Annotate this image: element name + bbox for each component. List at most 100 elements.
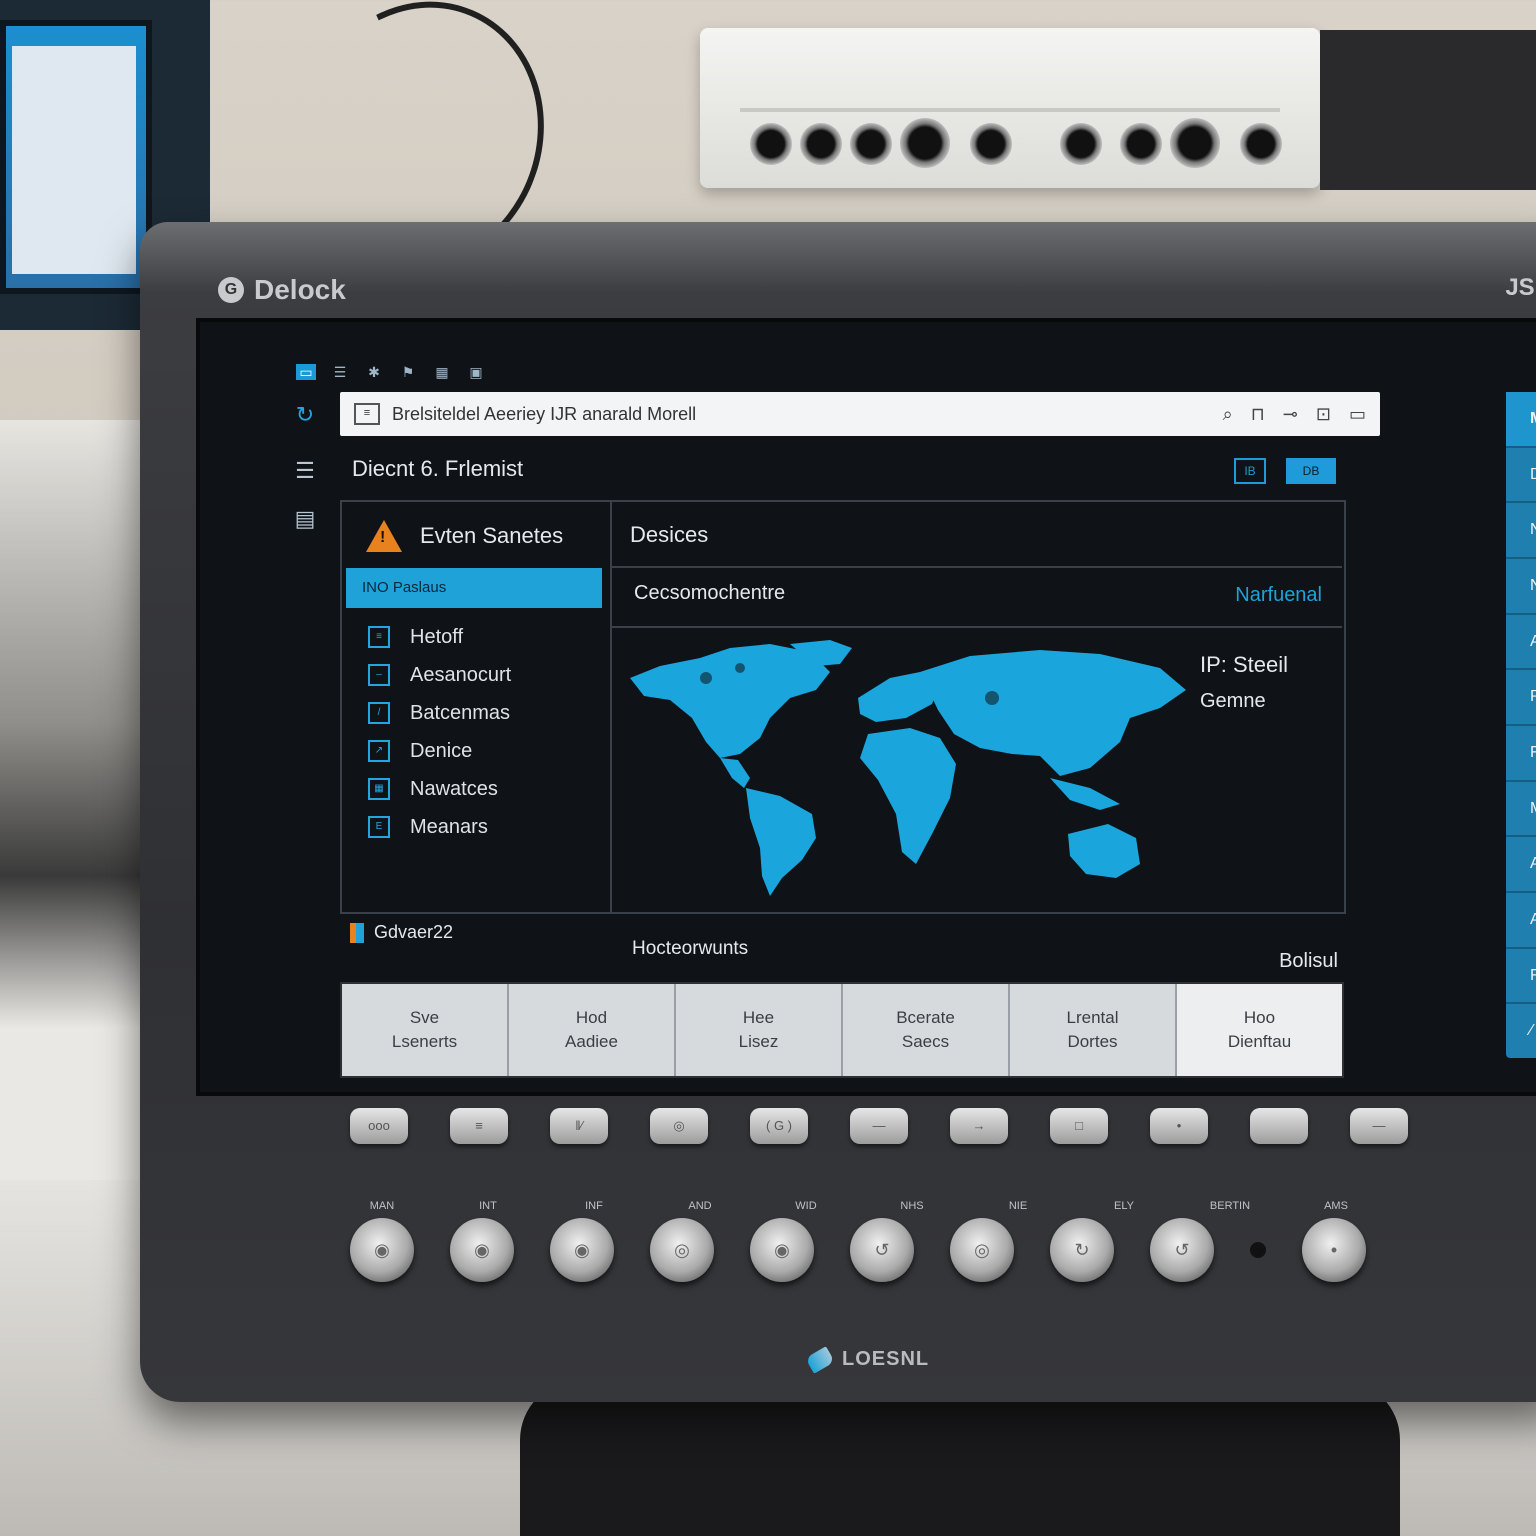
tile[interactable]: Lrental Dortes xyxy=(1010,984,1177,1076)
tile[interactable]: Hee Lisez xyxy=(676,984,843,1076)
panel-icon[interactable]: ▤ xyxy=(292,506,318,532)
right-menu-item[interactable]: Mets xyxy=(1506,782,1536,838)
right-menu-item[interactable]: Fitsn xyxy=(1506,949,1536,1005)
tile-line2: Dienftau xyxy=(1227,1032,1292,1051)
list-icon[interactable]: ☰ xyxy=(330,364,350,380)
title-button-1[interactable]: IB xyxy=(1234,458,1266,484)
footer-right-label: Bolisul xyxy=(1279,950,1338,972)
window-icon[interactable]: ▣ xyxy=(466,364,486,380)
map-label-ip: IP: Steeil xyxy=(1200,652,1289,677)
brand-logo-icon: G xyxy=(218,277,244,303)
menu-icon[interactable]: ☰ xyxy=(292,458,318,484)
right-menu-item[interactable]: Aitre xyxy=(1506,893,1536,949)
right-menu-item[interactable]: Nas xyxy=(1506,503,1536,560)
hardware-button[interactable]: • xyxy=(1150,1108,1208,1144)
flag-icon[interactable]: ⚑ xyxy=(398,364,418,380)
right-menu-item[interactable]: NVS xyxy=(1506,559,1536,615)
hardware-button[interactable]: ≡ xyxy=(450,1108,508,1144)
list-item[interactable]: / Batcenmas xyxy=(368,702,511,724)
knob-label: INF xyxy=(585,1200,603,1212)
knob[interactable]: ↺ xyxy=(850,1218,914,1282)
bottom-brand-label: LOESNL xyxy=(842,1348,930,1370)
hardware-button[interactable]: □ xyxy=(1050,1108,1108,1144)
events-list: ≡ Hetoff – Aesanocurt / Batcenmas ↗ Denice ▦… xyxy=(368,626,511,838)
address-bar[interactable]: ≡ Brelsiteldel Aeeriey IJR anarald Morel… xyxy=(340,392,1380,436)
tile[interactable]: Bcerate Saecs xyxy=(843,984,1010,1076)
tile-row: Sve Lsenerts Hod Aadiee Hee Lisez Bcerate Sa… xyxy=(340,982,1344,1078)
knob[interactable]: ↻ xyxy=(1050,1218,1114,1282)
hardware-button[interactable]: → xyxy=(950,1108,1008,1144)
list-item[interactable]: E Meanars xyxy=(368,816,511,838)
knob-label: BERTIN xyxy=(1209,1200,1251,1212)
list-item[interactable]: ▦ Nawatces xyxy=(368,778,511,800)
knob[interactable]: ◎ xyxy=(650,1218,714,1282)
list-item[interactable]: – Aesanocurt xyxy=(368,664,511,686)
edit-icon[interactable]: ∕ xyxy=(1506,1004,1536,1058)
knob[interactable]: ◉ xyxy=(550,1218,614,1282)
events-title: Evten Sanetes xyxy=(420,523,564,548)
map-australia xyxy=(1068,824,1140,878)
knob-labels: MAN INT INF AND WID NHS NIE ELY BERTIN A… xyxy=(350,1200,1368,1212)
list-item-icon: ↗ xyxy=(368,740,390,762)
right-menu-item[interactable]: Ans xyxy=(1506,837,1536,894)
bottom-brand: LOESNL xyxy=(805,1345,930,1374)
map-label-secondary: Gemne xyxy=(1200,690,1266,712)
search-icon[interactable]: ⌕ xyxy=(1223,404,1233,425)
list-item-icon: – xyxy=(368,664,390,686)
knob[interactable]: ◉ xyxy=(350,1218,414,1282)
devices-row-value[interactable]: Narfuenal xyxy=(1235,584,1322,607)
hardware-button[interactable]: ‖∕ xyxy=(550,1108,608,1144)
hardware-device: G Delock JSU ▭ ☰ ✱ ⚑ ▦ ▣ ↻ ☰ ▤ ≡ Brelsit… xyxy=(140,222,1536,1402)
tile-line2: Saecs xyxy=(901,1032,950,1051)
tile[interactable]: Sve Lsenerts xyxy=(342,984,509,1076)
tile-line1: Sve xyxy=(409,1008,440,1027)
world-map[interactable] xyxy=(620,638,1190,898)
hardware-button[interactable]: ooo xyxy=(350,1108,408,1144)
card-icon[interactable]: ⊡ xyxy=(1316,404,1331,425)
hardware-button[interactable]: — xyxy=(1350,1108,1408,1144)
top-toolbar: ▭ ☰ ✱ ⚑ ▦ ▣ xyxy=(296,364,486,380)
monitor-icon[interactable]: ▭ xyxy=(1349,404,1366,425)
device-brand-right: JSU xyxy=(1505,274,1536,301)
tile[interactable]: Hoo Dienftau xyxy=(1177,984,1342,1076)
address-text[interactable]: Brelsiteldel Aeeriey IJR anarald Morell xyxy=(392,404,1223,425)
tools-icon[interactable]: ✱ xyxy=(364,364,384,380)
knob-label: NHS xyxy=(900,1200,924,1212)
events-selected-item[interactable]: INO Paslaus xyxy=(346,568,602,608)
knob[interactable]: • xyxy=(1302,1218,1366,1282)
grid-icon[interactable]: ▦ xyxy=(432,364,452,380)
divider xyxy=(612,626,1342,628)
list-item-icon: / xyxy=(368,702,390,724)
map-central-america xyxy=(720,758,750,788)
devices-panel: Desices Cecsomochentre Narfuenal IP: Ste… xyxy=(612,502,1342,912)
tile-line1: Bcerate xyxy=(896,1008,955,1027)
device-brand: G Delock xyxy=(218,274,346,306)
right-menu-item[interactable]: Pitt xyxy=(1506,670,1536,727)
knob[interactable]: ◉ xyxy=(750,1218,814,1282)
screen-icon[interactable]: ▭ xyxy=(296,364,316,380)
refresh-icon[interactable]: ↻ xyxy=(292,402,318,428)
bookmark-icon[interactable]: ⊓ xyxy=(1251,404,1265,425)
hardware-button-row: ooo ≡ ‖∕ ◎ ( G ) — → □ • — xyxy=(350,1108,1408,1144)
knob[interactable]: ◎ xyxy=(950,1218,1014,1282)
knob[interactable]: ◉ xyxy=(450,1218,514,1282)
tile[interactable]: Hod Aadiee xyxy=(509,984,676,1076)
divider xyxy=(612,566,1342,568)
knob[interactable]: ↺ xyxy=(1150,1218,1214,1282)
hardware-button[interactable]: — xyxy=(850,1108,908,1144)
key-icon[interactable]: ⊸ xyxy=(1283,404,1298,425)
hardware-button[interactable]: ◎ xyxy=(650,1108,708,1144)
title-button-2[interactable]: DB xyxy=(1286,458,1336,484)
right-menu-item[interactable]: MBAN xyxy=(1506,392,1536,448)
hardware-button[interactable] xyxy=(1250,1108,1308,1144)
map-asia xyxy=(920,650,1186,776)
right-menu-item[interactable]: AI xyxy=(1506,615,1536,671)
hardware-button[interactable]: ( G ) xyxy=(750,1108,808,1144)
list-item-label: Hetoff xyxy=(410,625,463,648)
list-item[interactable]: ↗ Denice xyxy=(368,740,511,762)
knob-label: MAN xyxy=(369,1200,395,1212)
list-item[interactable]: ≡ Hetoff xyxy=(368,626,511,648)
right-menu-item[interactable]: Don xyxy=(1506,448,1536,504)
tile-line2: Aadiee xyxy=(565,1032,618,1051)
right-menu-item[interactable]: Flatici xyxy=(1506,726,1536,782)
